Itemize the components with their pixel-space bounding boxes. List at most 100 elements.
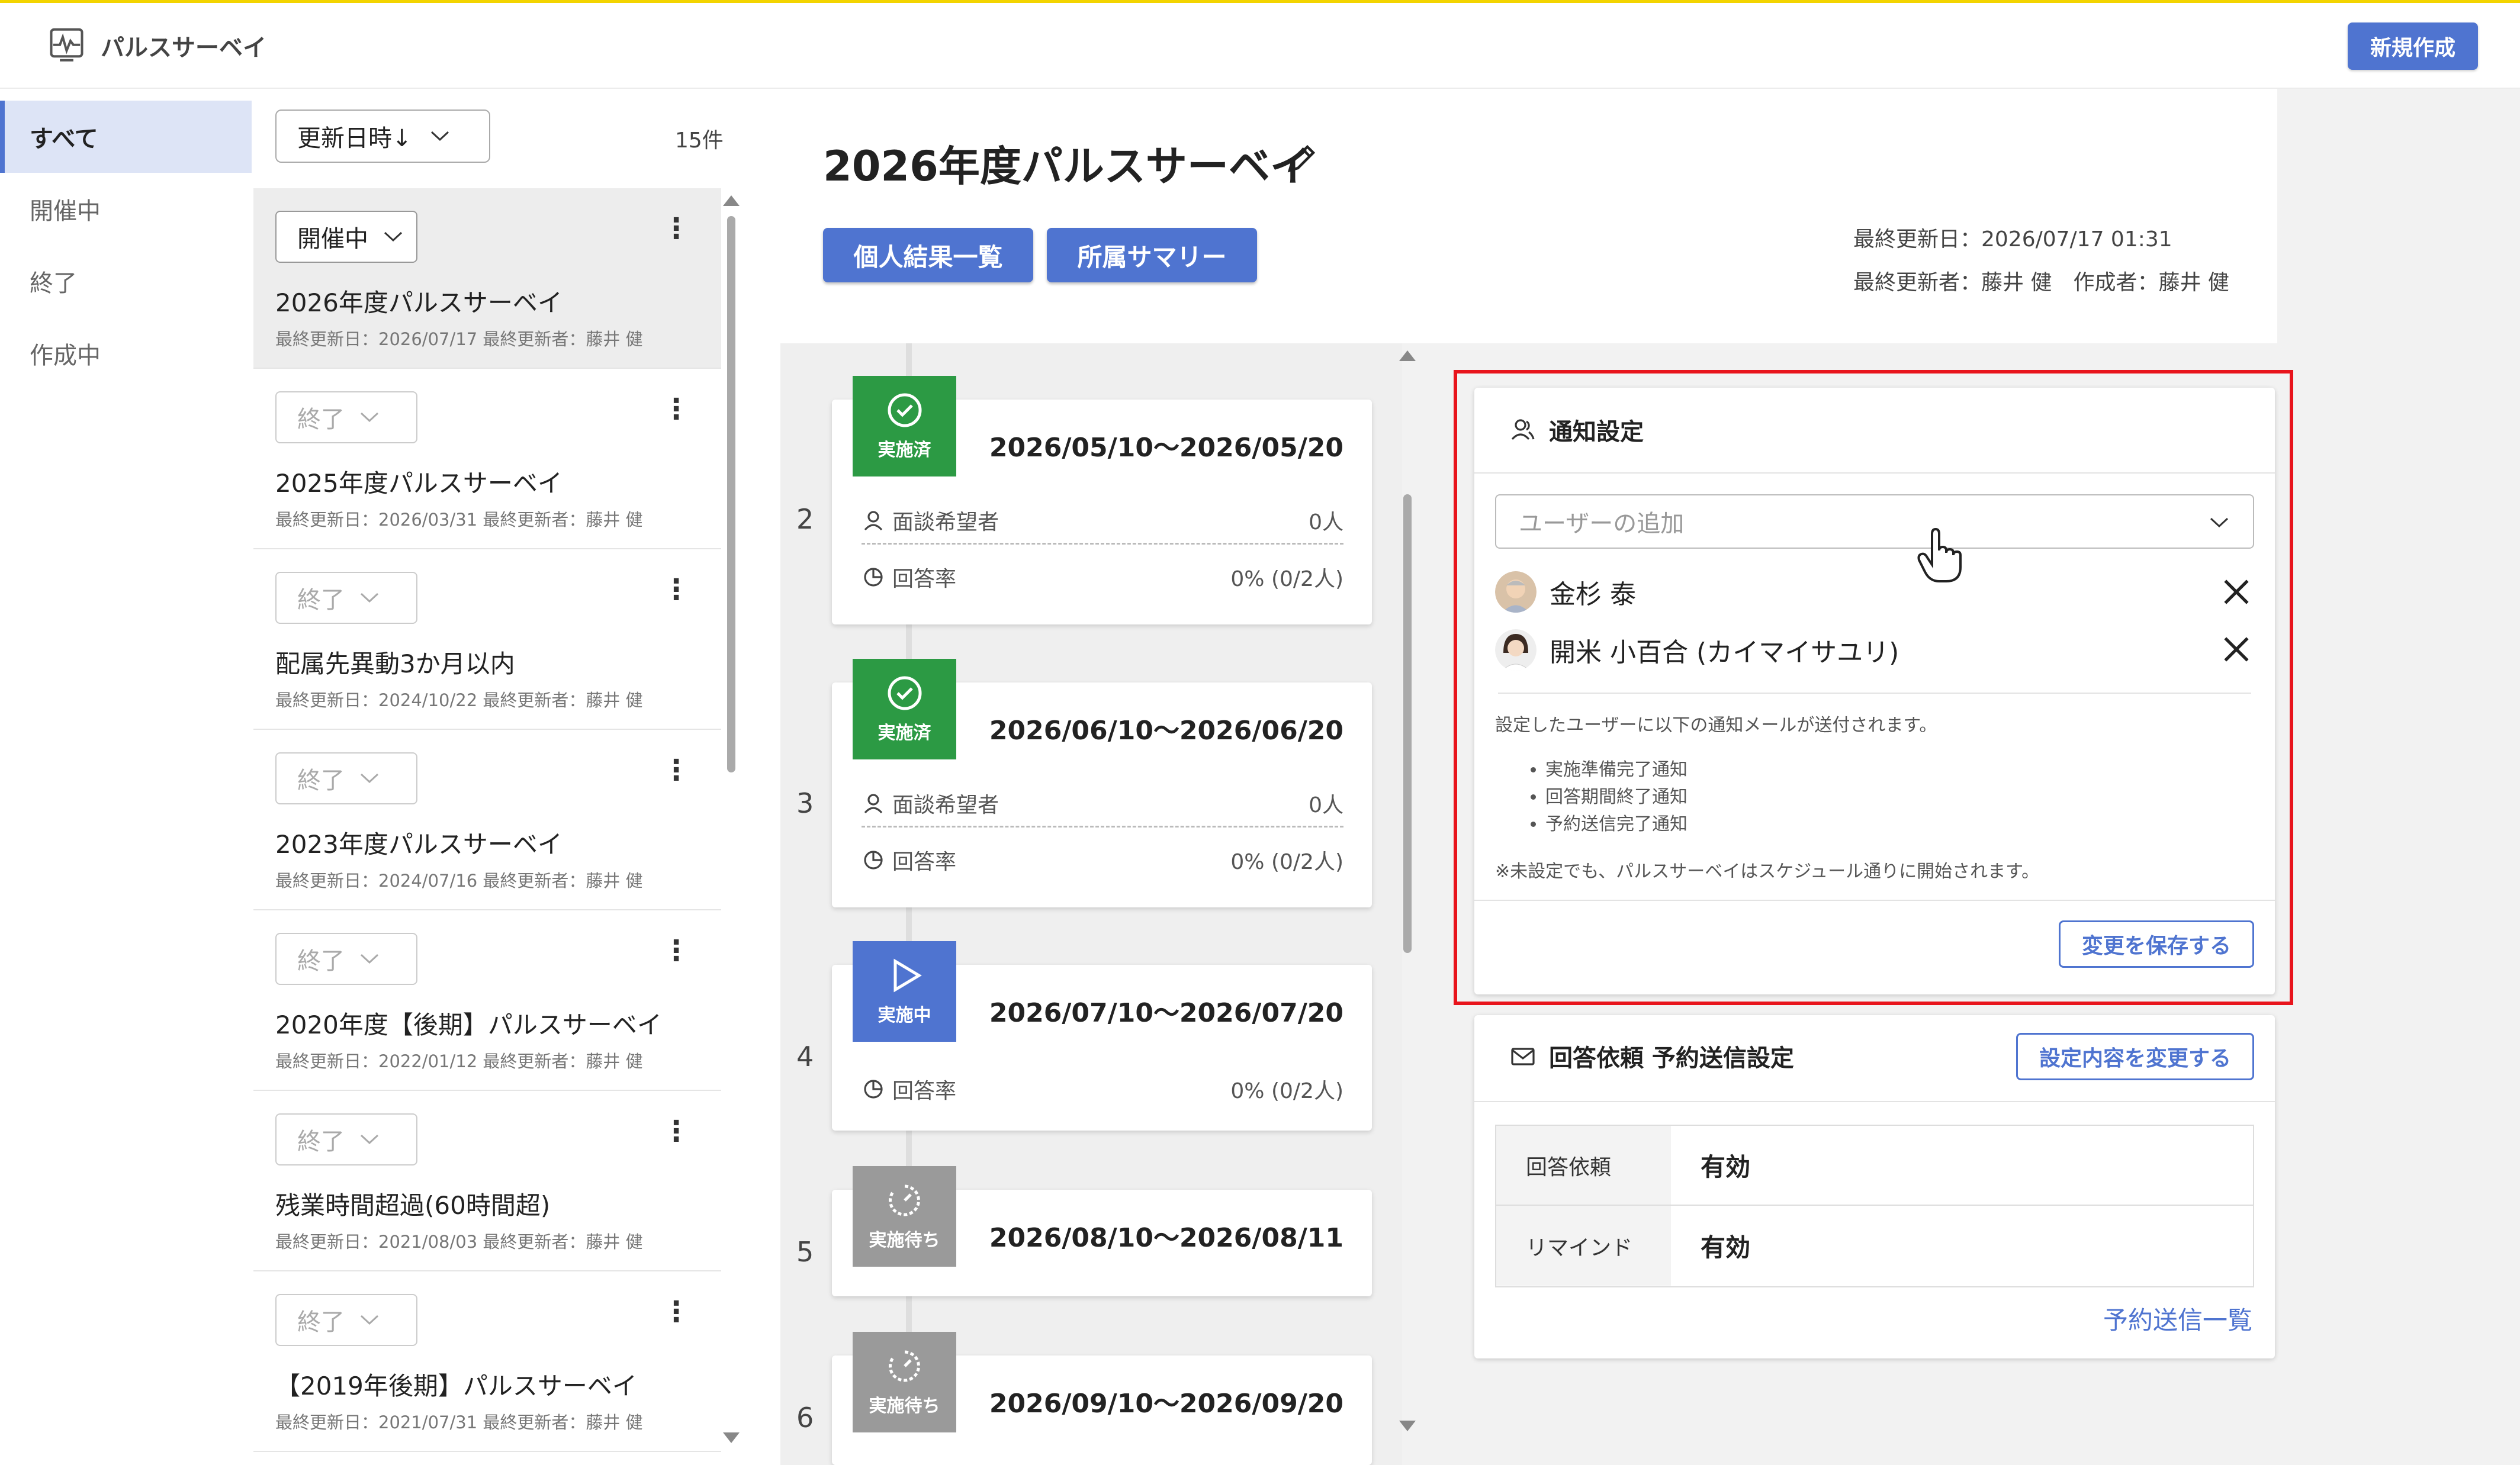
rate-value: 0% (0/2人) — [1230, 1079, 1343, 1103]
close-icon[interactable] — [2222, 577, 2251, 607]
schedule-table: 回答依頼 有効 リマインド 有効 — [1495, 1125, 2254, 1287]
rate-row: 回答率 0% (0/2人) — [862, 836, 1343, 884]
badge-label: 実施済 — [877, 440, 931, 461]
play-icon — [893, 958, 922, 993]
status-label: 終了 — [297, 767, 345, 794]
table-header-cell: 回答依頼 — [1496, 1126, 1671, 1205]
updater-creator: 最終更新者：藤井 健 作成者：藤井 健 — [1853, 271, 2229, 295]
individual-results-button[interactable]: 個人結果一覧 — [823, 228, 1033, 282]
list-item[interactable]: 終了 ⋮ 残業時間超過(60時間超) 最終更新日：2021/08/03 最終更新… — [253, 1091, 721, 1271]
status-dropdown[interactable]: 終了 — [275, 391, 417, 443]
timeline-card[interactable]: 実施待ち 2026/08/10〜2026/08/11 — [832, 1166, 1372, 1296]
timeline-card[interactable]: 実施中 2026/07/10〜2026/07/20 回答率 0% (0/2人) — [832, 941, 1372, 1131]
list-item-title: 残業時間超過(60時間超) — [275, 1191, 551, 1220]
sort-dropdown[interactable]: 更新日時↓ — [275, 110, 490, 163]
close-icon[interactable] — [2222, 635, 2251, 664]
highlight-frame — [1454, 370, 2293, 1005]
timeline-card[interactable]: 実施済 2026/06/10〜2026/06/20 面談希望者 0人 回答率 0… — [832, 659, 1372, 907]
list-item-title: 2020年度【後期】パルスサーベイ — [275, 1010, 662, 1039]
hand-cursor-icon — [1917, 527, 1962, 582]
notification-description: 設定したユーザーに以下の通知メールが送付されます。 — [1495, 715, 1937, 736]
more-menu-icon[interactable]: ⋮ — [662, 1295, 690, 1328]
interview-value: 0人 — [1309, 793, 1343, 817]
period-date: 2026/09/10〜2026/09/20 — [989, 1389, 1343, 1419]
more-menu-icon[interactable]: ⋮ — [662, 754, 690, 787]
period-number: 3 — [796, 787, 814, 819]
save-changes-button[interactable]: 変更を保存する — [2059, 920, 2254, 968]
more-menu-icon[interactable]: ⋮ — [662, 392, 690, 426]
scroll-up-arrow[interactable] — [1399, 350, 1416, 361]
rate-label: 回答率 — [892, 1079, 957, 1103]
user-add-select[interactable]: ユーザーの追加 — [1495, 494, 2254, 549]
sidebar-item-all[interactable]: すべて — [0, 101, 252, 173]
list-item-meta: 最終更新日：2021/08/03 最終更新者：藤井 健 — [275, 1232, 643, 1252]
list-item[interactable]: 終了 ⋮ 配属先異動3か月以内 最終更新日：2024/10/22 最終更新者：藤… — [253, 549, 721, 730]
schedule-title: 回答依頼 予約送信設定 — [1510, 1039, 1794, 1073]
status-dropdown[interactable]: 終了 — [275, 1113, 417, 1165]
interview-row: 面談希望者 0人 — [862, 780, 1343, 828]
user-name: 金杉 泰 — [1550, 579, 1636, 610]
timeline-scrollbar[interactable] — [1403, 494, 1412, 953]
new-survey-button[interactable]: 新規作成 — [2348, 22, 2478, 70]
period-number: 2 — [796, 503, 814, 535]
pencil-edit-icon[interactable] — [1284, 141, 1319, 176]
change-settings-button[interactable]: 設定内容を変更する — [2016, 1033, 2254, 1080]
list-scrollbar[interactable] — [727, 216, 735, 772]
list-item-meta: 最終更新日：2026/03/31 最終更新者：藤井 健 — [275, 510, 643, 530]
status-dropdown[interactable]: 終了 — [275, 752, 417, 804]
timer-icon — [888, 1350, 920, 1382]
rate-value: 0% (0/2人) — [1230, 850, 1343, 874]
more-menu-icon[interactable]: ⋮ — [662, 212, 690, 245]
scroll-down-arrow[interactable] — [723, 1432, 740, 1443]
list-item-meta: 最終更新日：2024/07/16 最終更新者：藤井 健 — [275, 871, 643, 891]
list-item[interactable]: 終了 ⋮ 【2019年後期】パルスサーベイ 最終更新日：2021/07/31 最… — [253, 1271, 721, 1452]
sort-label: 更新日時↓ — [297, 125, 412, 152]
more-menu-icon[interactable]: ⋮ — [662, 1115, 690, 1148]
department-summary-button[interactable]: 所属サマリー — [1047, 228, 1257, 282]
list-item-meta: 最終更新日：2021/07/31 最終更新者：藤井 健 — [275, 1412, 643, 1432]
chevron-down-icon — [360, 773, 379, 784]
notification-list-item: 回答期間終了通知 — [1545, 784, 1687, 811]
list-item[interactable]: 終了 ⋮ 2023年度パルスサーベイ 最終更新日：2024/07/16 最終更新… — [253, 730, 721, 910]
chevron-down-icon — [360, 412, 379, 423]
list-item-title: 2023年度パルスサーベイ — [275, 830, 562, 859]
scroll-down-arrow[interactable] — [1399, 1421, 1416, 1431]
status-dropdown[interactable]: 終了 — [275, 933, 417, 985]
scroll-up-arrow[interactable] — [723, 195, 740, 206]
status-dropdown[interactable]: 開催中 — [275, 211, 417, 263]
user-add-placeholder: ユーザーの追加 — [1519, 510, 1685, 537]
rate-label: 回答率 — [892, 567, 957, 591]
timeline-card[interactable]: 実施待ち 2026/09/10〜2026/09/20 — [832, 1332, 1372, 1465]
scheduled-list-link[interactable]: 予約送信一覧 — [2103, 1300, 2252, 1337]
more-menu-icon[interactable]: ⋮ — [662, 934, 690, 967]
table-header-cell: リマインド — [1496, 1206, 1671, 1286]
badge-label: 実施中 — [877, 1005, 931, 1026]
pie-chart-icon — [864, 568, 883, 587]
status-dropdown[interactable]: 終了 — [275, 1294, 417, 1346]
schedule-title-label: 回答依頼 予約送信設定 — [1549, 1045, 1794, 1072]
list-item[interactable]: 終了 ⋮ 2020年度【後期】パルスサーベイ 最終更新日：2022/01/12 … — [253, 910, 721, 1091]
chevron-down-icon — [360, 1315, 379, 1325]
sidebar-item-draft[interactable]: 作成中 — [0, 317, 252, 389]
sidebar-item-ongoing[interactable]: 開催中 — [0, 173, 252, 245]
notification-list-item: 実施準備完了通知 — [1545, 756, 1687, 784]
status-badge: 実施済 — [853, 659, 956, 759]
period-date: 2026/07/10〜2026/07/20 — [989, 998, 1343, 1028]
app-title: パルスサーベイ — [101, 34, 266, 62]
list-item[interactable]: 終了 ⋮ 2025年度パルスサーベイ 最終更新日：2026/03/31 最終更新… — [253, 369, 721, 549]
survey-count: 15件 — [675, 128, 724, 153]
list-item-title: 2026年度パルスサーベイ — [275, 288, 562, 317]
timeline-card[interactable]: 実施済 2026/05/10〜2026/05/20 面談希望者 0人 回答率 0… — [832, 376, 1372, 624]
chevron-down-icon — [384, 231, 403, 242]
interview-label: 面談希望者 — [892, 793, 999, 817]
status-dropdown[interactable]: 終了 — [275, 572, 417, 624]
avatar — [1495, 629, 1537, 671]
app-header — [0, 3, 2520, 89]
list-item[interactable]: 開催中 ⋮ 2026年度パルスサーベイ 最終更新日：2026/07/17 最終更… — [253, 188, 721, 369]
more-menu-icon[interactable]: ⋮ — [662, 573, 690, 606]
table-row: リマインド 有効 — [1496, 1206, 2253, 1286]
period-number: 4 — [796, 1041, 814, 1073]
sidebar-item-finished[interactable]: 終了 — [0, 245, 252, 317]
last-updated: 最終更新日：2026/07/17 01:31 — [1853, 227, 2172, 252]
period-date: 2026/06/10〜2026/06/20 — [989, 716, 1343, 746]
